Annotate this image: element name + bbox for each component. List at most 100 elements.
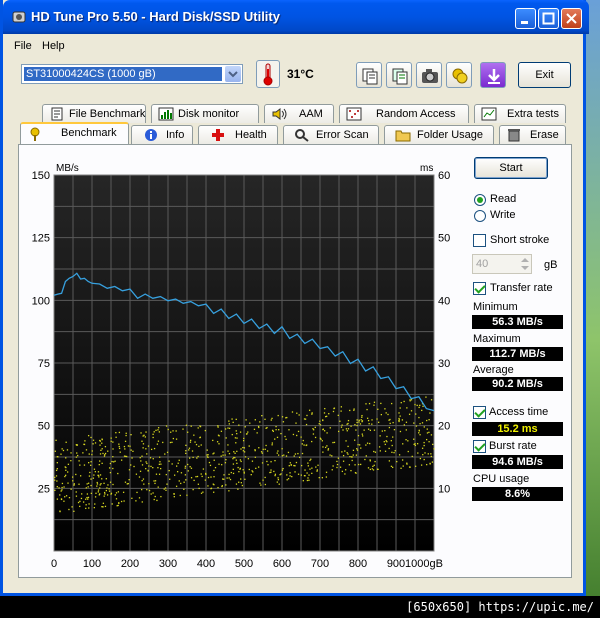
burst-rate-checkbox[interactable] (473, 440, 486, 453)
access-time-point (86, 496, 88, 499)
x-tick-label: 200 (121, 558, 139, 570)
access-time-point (102, 506, 104, 508)
access-time-point (312, 428, 314, 430)
access-time-checkbox[interactable] (473, 406, 486, 419)
access-time-point (77, 501, 80, 504)
access-time-point (127, 445, 130, 447)
access-time-point (373, 429, 376, 431)
access-time-point (351, 456, 353, 458)
access-time-point (189, 466, 191, 468)
access-time-point (241, 484, 244, 487)
access-time-point (295, 461, 298, 464)
save-button[interactable] (480, 62, 506, 88)
access-time-point (216, 441, 219, 443)
transfer-rate-checkbox[interactable] (473, 282, 486, 295)
access-time-point (243, 447, 246, 449)
access-time-point (356, 424, 358, 427)
access-time-point (279, 474, 281, 476)
access-time-point (115, 432, 117, 434)
access-time-point (222, 454, 224, 456)
y-tick-label: 25 (38, 483, 50, 495)
tab-benchmark[interactable]: Benchmark (20, 122, 129, 144)
y2-tick-label: 60 (438, 170, 450, 182)
access-time-point (321, 440, 324, 442)
access-time-point (87, 486, 89, 488)
access-time-point (318, 423, 320, 425)
access-time-point (86, 493, 89, 495)
x-tick-label: 600 (273, 558, 291, 570)
access-time-point (402, 443, 404, 445)
access-time-point (150, 465, 152, 468)
access-time-point (152, 458, 154, 460)
access-time-point (129, 445, 131, 447)
access-time-point (275, 429, 277, 431)
access-time-point (55, 475, 58, 477)
access-time-point (426, 419, 428, 422)
access-time-point (407, 440, 409, 442)
access-time-point (265, 444, 267, 447)
access-time-point (102, 452, 104, 455)
access-time-point (333, 407, 335, 410)
erase-icon (508, 129, 520, 142)
access-time-point (349, 409, 351, 412)
access-time-point (430, 455, 432, 458)
access-time-point (376, 468, 379, 470)
access-time-point (392, 421, 394, 424)
y2-tick-label: 40 (438, 295, 450, 307)
access-time-point (338, 430, 340, 433)
access-time-point (209, 464, 212, 467)
access-time-point (349, 456, 351, 458)
access-time-point (144, 436, 146, 438)
access-time-point (89, 471, 91, 474)
access-time-point (430, 434, 433, 436)
access-time-point (242, 450, 245, 452)
access-time-point (250, 474, 252, 476)
access-time-point (85, 504, 87, 506)
access-time-point (228, 423, 230, 425)
access-time-point (271, 417, 273, 420)
start-button[interactable]: Start (474, 157, 548, 179)
tab-erase[interactable]: Erase (499, 125, 566, 144)
access-time-point (332, 465, 334, 467)
access-time-point (96, 485, 98, 487)
access-time-point (365, 403, 367, 405)
exit-button[interactable]: Exit (518, 62, 571, 88)
access-time-point (67, 471, 69, 473)
access-time-point (326, 445, 328, 447)
access-time-point (98, 476, 100, 478)
access-time-point (360, 419, 362, 421)
access-time-point (158, 463, 161, 465)
access-time-point (99, 474, 102, 476)
access-time-point (84, 440, 86, 442)
access-time-point (175, 430, 177, 432)
access-time-point (369, 442, 371, 445)
spinner-arrows-icon[interactable] (519, 256, 531, 272)
access-time-point (287, 478, 290, 480)
access-time-point (417, 452, 419, 454)
short-stroke-checkbox[interactable] (473, 234, 486, 247)
maximize-button[interactable] (538, 8, 559, 29)
access-time-point (109, 481, 112, 483)
burst-rate-label: Burst rate (489, 440, 537, 452)
access-time-point (117, 504, 119, 507)
access-time-point (128, 479, 130, 481)
write-radio[interactable] (474, 210, 486, 222)
access-time-point (78, 483, 80, 485)
access-time-point (288, 429, 290, 431)
close-button[interactable] (561, 8, 582, 29)
minimize-button[interactable] (515, 8, 536, 29)
tab-extra-tests[interactable]: Extra tests (474, 104, 566, 123)
access-time-point (111, 503, 113, 505)
access-time-point (240, 482, 243, 484)
access-time-point (93, 506, 96, 509)
access-time-point (270, 461, 272, 463)
access-time-point (236, 462, 238, 464)
access-time-point (287, 451, 290, 454)
access-time-point (310, 458, 312, 460)
access-time-point (252, 471, 254, 473)
read-radio[interactable] (474, 194, 486, 206)
access-time-point (319, 420, 321, 422)
access-time-point (284, 435, 286, 438)
access-time-point (188, 449, 190, 451)
access-time-point (304, 475, 306, 477)
